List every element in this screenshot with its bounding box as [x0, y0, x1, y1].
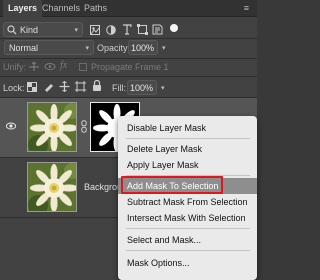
lock-label: Lock: — [3, 83, 25, 93]
opacity-value: 100% — [131, 43, 155, 53]
lock-transparent-icon[interactable] — [27, 82, 37, 92]
layer-thumbnail[interactable] — [27, 102, 77, 152]
filter-shape-icon[interactable] — [137, 24, 148, 35]
divider — [0, 58, 257, 59]
filter-kind-label: Kind — [20, 25, 39, 35]
filter-kind-select[interactable]: Kind ▾ — [3, 22, 83, 37]
layer-name[interactable]: Backgrou — [84, 182, 122, 192]
panel-tab-bar: Layers Channels Paths ≡ — [0, 0, 257, 17]
unify-position-icon[interactable] — [28, 61, 40, 72]
menu-separator — [126, 228, 250, 229]
propagate-checkbox[interactable]: Propagate Frame 1 — [79, 62, 169, 72]
fill-input[interactable]: 100% — [127, 80, 157, 95]
unify-row: Unify: fx — [3, 60, 67, 72]
menu-item-disable-layer-mask[interactable]: Disable Layer Mask — [118, 120, 257, 136]
lock-artboard-icon[interactable] — [75, 81, 86, 92]
fill-value: 100% — [130, 83, 154, 93]
opacity-chevron-icon[interactable]: ▾ — [162, 44, 166, 52]
link-chain-icon[interactable] — [81, 120, 87, 133]
visibility-eye-icon[interactable] — [6, 122, 16, 130]
lock-all-icon[interactable] — [92, 80, 102, 92]
filter-pixel-icon[interactable] — [90, 25, 100, 35]
search-icon — [7, 25, 17, 35]
checkbox-icon — [79, 63, 87, 71]
menu-item-delete-layer-mask[interactable]: Delete Layer Mask — [118, 141, 257, 157]
opacity-input[interactable]: 100% — [128, 40, 158, 55]
chevron-down-icon: ▾ — [85, 45, 89, 52]
tab-paths[interactable]: Paths — [84, 0, 107, 17]
chevron-down-icon: ▾ — [74, 27, 78, 34]
menu-separator — [126, 250, 250, 251]
filter-adjustment-icon[interactable] — [106, 25, 116, 35]
unify-label: Unify: — [3, 62, 27, 72]
menu-separator — [126, 138, 250, 139]
filter-smart-object-icon[interactable] — [152, 24, 163, 35]
divider — [0, 76, 257, 77]
menu-item-subtract-mask-from-selection[interactable]: Subtract Mask From Selection — [118, 194, 257, 210]
filter-type-icon[interactable] — [122, 24, 132, 35]
blend-mode-label: Normal — [9, 43, 39, 53]
lock-pixels-icon[interactable] — [43, 81, 54, 92]
tab-channels[interactable]: Channels — [42, 0, 80, 17]
panel-menu-icon[interactable]: ≡ — [244, 3, 249, 13]
fill-chevron-icon[interactable]: ▾ — [161, 84, 165, 92]
opacity-label: Opacity: — [97, 43, 131, 53]
menu-item-intersect-mask-with-selection[interactable]: Intersect Mask With Selection — [118, 210, 257, 226]
unify-visibility-icon[interactable] — [44, 61, 56, 72]
layer-thumbnail[interactable] — [27, 162, 77, 212]
divider — [0, 38, 257, 39]
propagate-label: Propagate Frame 1 — [91, 62, 169, 72]
highlight-annotation-frame — [121, 176, 223, 194]
filter-toggle-icon[interactable] — [170, 24, 178, 32]
menu-item-select-and-mask[interactable]: Select and Mask... — [118, 232, 257, 248]
lock-position-icon[interactable] — [59, 81, 70, 92]
layer-mask-context-menu: Disable Layer Mask Delete Layer Mask App… — [118, 116, 257, 280]
blend-mode-select[interactable]: Normal ▾ — [4, 40, 94, 55]
tab-layers[interactable]: Layers — [3, 0, 43, 17]
menu-item-mask-options[interactable]: Mask Options... — [118, 255, 257, 271]
menu-item-apply-layer-mask[interactable]: Apply Layer Mask — [118, 157, 257, 173]
unify-style-icon[interactable]: fx — [60, 60, 67, 71]
fill-label: Fill: — [112, 83, 126, 93]
